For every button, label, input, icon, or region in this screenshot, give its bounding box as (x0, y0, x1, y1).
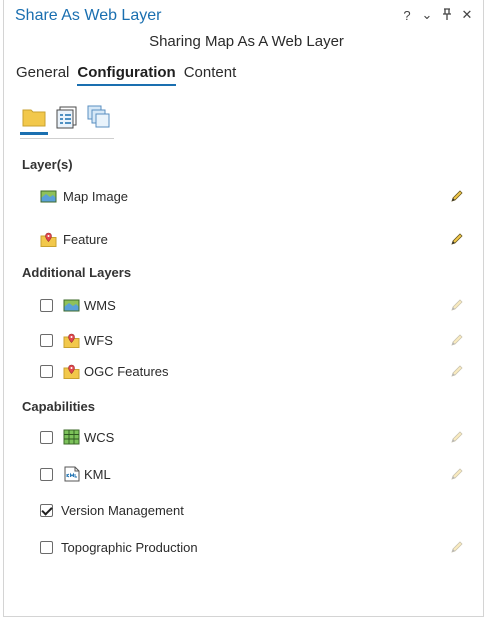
pencil-icon[interactable] (449, 231, 465, 247)
wcs-checkbox[interactable] (40, 431, 53, 444)
pencil-icon (449, 466, 465, 482)
layer-label: Map Image (63, 189, 129, 204)
map-image-icon (63, 297, 81, 313)
kml-icon (63, 466, 81, 482)
page-title: Sharing Map As A Web Layer (149, 33, 344, 50)
config-icon-tabs (20, 104, 114, 139)
capability-label: Version Management (61, 503, 184, 518)
section-heading-capabilities: Capabilities (22, 399, 95, 414)
version-management-checkbox[interactable] (40, 504, 53, 517)
layer-row-feature: Feature (4, 231, 483, 251)
layer-row-map-image: Map Image (4, 188, 483, 208)
pencil-icon (449, 539, 465, 555)
pages-config-icon[interactable] (86, 104, 114, 130)
capability-label: WCS (84, 430, 115, 445)
wms-checkbox[interactable] (40, 299, 53, 312)
capability-row-wcs: WCS (4, 429, 483, 449)
tab-configuration[interactable]: Configuration (77, 64, 176, 86)
ogc-features-checkbox[interactable] (40, 365, 53, 378)
additional-label: WFS (84, 333, 113, 348)
pencil-icon (449, 332, 465, 348)
section-heading-additional-layers: Additional Layers (22, 265, 132, 280)
topographic-production-checkbox[interactable] (40, 541, 53, 554)
close-icon[interactable]: ✕ (461, 7, 473, 23)
capability-label: KML (84, 467, 111, 482)
help-icon[interactable]: ? (401, 8, 413, 23)
properties-config-icon[interactable] (54, 104, 82, 130)
pencil-icon (449, 297, 465, 313)
additional-label: WMS (84, 298, 116, 313)
capability-label: Topographic Production (61, 540, 198, 555)
additional-row-wfs: WFS (4, 332, 483, 352)
additional-row-wms: WMS (4, 297, 483, 317)
tab-general[interactable]: General (16, 64, 69, 86)
feature-icon (63, 363, 81, 379)
pane-title: Share As Web Layer (15, 7, 162, 24)
kml-checkbox[interactable] (40, 468, 53, 481)
additional-label: OGC Features (84, 364, 169, 379)
layers-config-icon[interactable] (20, 104, 48, 135)
feature-icon (40, 231, 58, 247)
share-pane: Share As Web Layer ? ⌄ ✕ Sharing Map As … (3, 0, 484, 617)
capability-row-topographic-production: Topographic Production (4, 539, 483, 559)
additional-row-ogc-features: OGC Features (4, 363, 483, 383)
pencil-icon (449, 429, 465, 445)
capability-row-version-management: Version Management (4, 502, 483, 522)
wfs-checkbox[interactable] (40, 334, 53, 347)
pin-icon[interactable] (441, 7, 453, 23)
pencil-icon[interactable] (449, 188, 465, 204)
chevron-down-icon[interactable]: ⌄ (421, 7, 433, 23)
grid-icon (63, 429, 81, 445)
section-heading-layers: Layer(s) (22, 157, 73, 172)
tab-strip: General Configuration Content (16, 64, 236, 86)
map-image-icon (40, 188, 58, 204)
tab-content[interactable]: Content (184, 64, 237, 86)
feature-icon (63, 332, 81, 348)
pane-controls: ? ⌄ ✕ (401, 7, 473, 23)
capability-row-kml: KML (4, 466, 483, 486)
layer-label: Feature (63, 232, 108, 247)
pencil-icon (449, 363, 465, 379)
